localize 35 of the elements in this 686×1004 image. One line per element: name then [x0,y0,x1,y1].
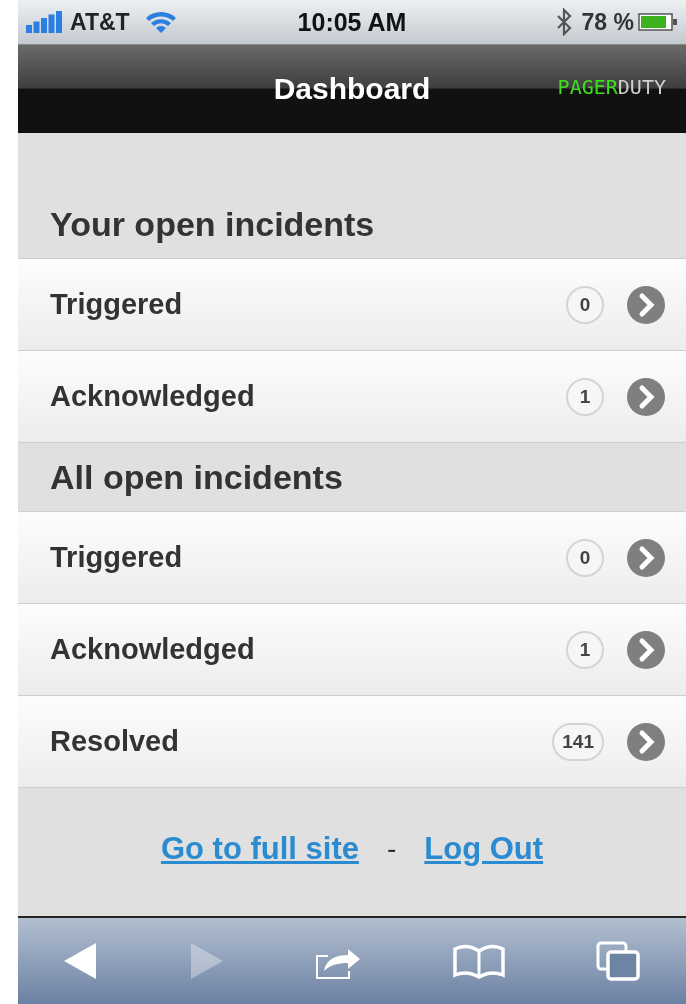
count-badge: 141 [552,722,604,761]
chevron-icon [626,284,666,325]
chevron-icon [626,721,666,762]
logo-text: PAGER [557,75,618,99]
bookmarks-button[interactable] [453,943,506,979]
carrier-name: AT&T [70,8,130,36]
page-title: Dashboard [273,72,431,106]
section-heading: All open incidents [49,456,344,498]
chevron-icon [626,376,666,417]
separator-text: - [386,833,397,865]
count-badge: 1 [566,377,604,416]
incident-row[interactable]: Resolved 141 [18,696,686,788]
incident-row[interactable]: Acknowledged 1 [18,604,686,696]
tabs-button[interactable] [596,941,641,981]
row-label: Acknowledged [50,380,256,413]
row-label: Resolved [50,725,180,758]
count-badge: 0 [566,285,604,324]
battery-icon [638,12,678,32]
back-button[interactable] [63,941,98,981]
row-label: Acknowledged [50,633,256,666]
incident-row[interactable]: Acknowledged 1 [18,351,686,443]
clock-time: 10:05 AM [297,7,407,37]
battery-percent: 78 % [581,8,634,36]
bluetooth-icon [555,8,572,36]
incident-row[interactable]: Triggered 0 [18,258,686,351]
row-label: Triggered [50,288,184,321]
chevron-icon [626,537,666,578]
section-heading: Your open incidents [49,203,376,245]
incident-row[interactable]: Triggered 0 [18,511,686,604]
count-badge: 1 [566,630,604,669]
row-label: Triggered [50,541,184,574]
signal-icon [26,11,64,33]
chevron-icon [626,629,666,670]
logo-text: DUTY [617,75,666,99]
count-badge: 0 [566,538,604,577]
